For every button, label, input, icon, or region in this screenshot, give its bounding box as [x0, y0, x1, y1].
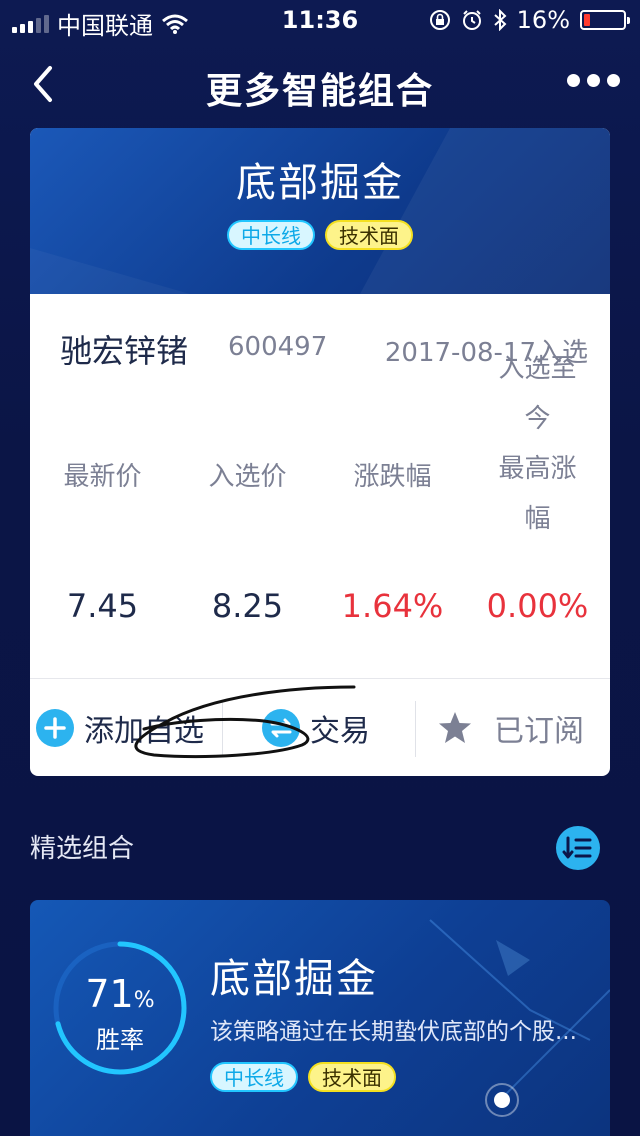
max-gain-label-line4: 幅 — [524, 504, 551, 534]
entry-price-column: 入选价 — [175, 452, 320, 502]
change-value-cell: 1.64% — [320, 587, 465, 625]
latest-price-label: 最新价 — [63, 462, 142, 492]
change-label: 涨跌幅 — [353, 462, 432, 492]
tag-technical: 技术面 — [308, 1062, 396, 1092]
battery-fill — [584, 14, 591, 26]
win-rate-value: 71% — [85, 972, 155, 1016]
sort-icon — [562, 836, 592, 859]
entry-price-value-cell: 8.25 — [175, 587, 320, 625]
latest-price-column: 最新价 — [30, 452, 175, 502]
entry-price-value: 8.25 — [211, 587, 284, 625]
tag-technical: 技术面 — [325, 220, 413, 250]
max-gain-column: 入选至 今 最高涨 幅 — [465, 250, 610, 544]
battery-icon — [580, 10, 630, 30]
separator — [415, 701, 416, 757]
alarm-icon — [462, 10, 481, 30]
latest-price-value: 7.45 — [66, 587, 139, 625]
more-icon[interactable] — [567, 74, 620, 87]
stock-code: 600497 — [228, 332, 328, 362]
tag-term: 中长线 — [227, 220, 315, 250]
action-bar: 添加自选 交易 已订阅 — [30, 679, 610, 776]
change-value: 1.64% — [341, 587, 444, 625]
max-gain-label-line1: 入选至 — [498, 354, 577, 384]
battery-percent: 16% — [516, 6, 570, 34]
max-gain-label-line2: 今 — [524, 404, 551, 434]
page-title: 更多智能组合 — [205, 71, 434, 112]
max-gain-value-cell: 0.00% — [465, 587, 610, 625]
win-rate-ring: 71% 胜率 — [50, 938, 190, 1078]
max-gain-label-line3: 最高涨 — [498, 454, 577, 484]
subscribed-button[interactable]: 已订阅 — [436, 679, 584, 776]
nav-bar: 更多智能组合 — [0, 40, 640, 128]
scribble-mark — [134, 685, 356, 759]
tag-term: 中长线 — [210, 1062, 298, 1092]
section-title: 精选组合 — [30, 834, 135, 864]
stock-info: 驰宏锌锗 600497 2017-08-17入选 最新价 入选价 涨跌幅 入选至… — [30, 294, 610, 679]
portfolio-card[interactable]: 71% 胜率 底部掘金 该策略通过在长期蛰伏底部的个股... 中长线 技术面 — [30, 900, 610, 1136]
status-right: 16% — [429, 6, 630, 34]
status-bar: 中国联通 11:36 16% — [0, 0, 640, 40]
star-icon — [439, 711, 471, 743]
page: 中国联通 11:36 16% 更多智能组合 底部掘金 中长线 技术面 驰宏锌锗 … — [0, 0, 640, 1136]
stock-name: 驰宏锌锗 — [60, 332, 189, 370]
orientation-lock-icon — [429, 10, 450, 30]
change-column: 涨跌幅 — [320, 452, 465, 502]
win-rate-label: 胜率 — [96, 1026, 144, 1054]
portfolio-name: 底部掘金 — [210, 956, 378, 1002]
sort-button[interactable] — [556, 826, 600, 870]
subscribed-label: 已订阅 — [494, 713, 584, 749]
featured-card: 底部掘金 中长线 技术面 驰宏锌锗 600497 2017-08-17入选 最新… — [30, 128, 610, 776]
portfolio-description: 该策略通过在长期蛰伏底部的个股... — [210, 1019, 577, 1045]
featured-name: 底部掘金 — [236, 160, 404, 206]
latest-price-value-cell: 7.45 — [30, 587, 175, 625]
max-gain-value: 0.00% — [486, 587, 589, 625]
entry-price-label: 入选价 — [208, 462, 287, 492]
portfolio-tags: 中长线 技术面 — [210, 1062, 396, 1092]
featured-tags: 中长线 技术面 — [30, 220, 610, 250]
bluetooth-icon — [493, 9, 507, 31]
plus-icon — [36, 708, 74, 747]
